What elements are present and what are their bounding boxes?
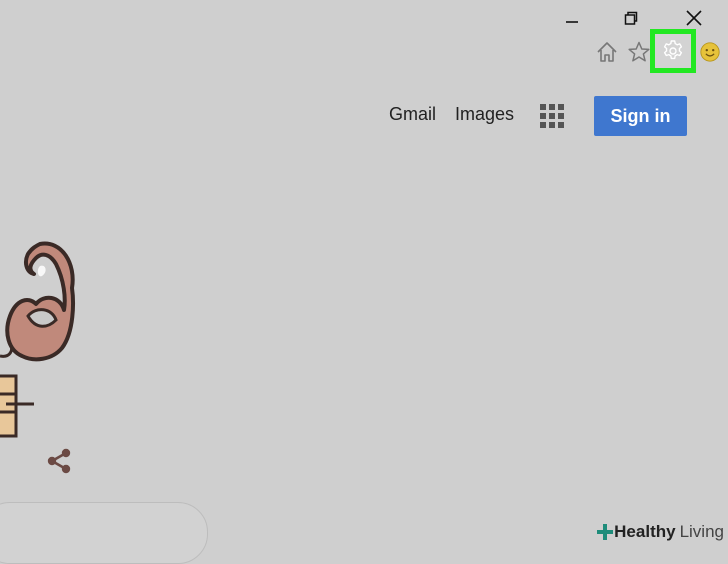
close-button[interactable] [679,6,709,30]
search-input[interactable] [0,502,208,564]
settings-highlight [650,29,696,73]
cross-icon [597,524,614,540]
restore-icon [624,11,638,25]
doodle-image[interactable] [0,236,90,446]
gmail-link[interactable]: Gmail [389,104,436,125]
share-icon [47,448,71,474]
apps-grid-icon[interactable] [540,104,564,128]
settings-button[interactable] [660,38,686,64]
smiley-icon [700,42,720,62]
watermark: Healthy Living [594,518,728,546]
images-link[interactable]: Images [455,104,514,125]
share-button[interactable] [44,446,74,476]
home-icon [597,42,617,62]
minimize-button[interactable] [557,6,587,30]
favorites-button[interactable] [626,39,652,65]
star-icon [628,41,650,62]
sign-in-button[interactable]: Sign in [594,96,687,136]
restore-button[interactable] [616,6,646,30]
gear-icon [663,40,683,60]
minimize-icon [566,21,578,23]
home-button[interactable] [594,39,620,65]
watermark-light-text: Living [679,522,724,541]
feedback-button[interactable] [699,39,721,65]
close-icon [686,10,702,26]
watermark-bold-text: Healthy [614,522,676,541]
